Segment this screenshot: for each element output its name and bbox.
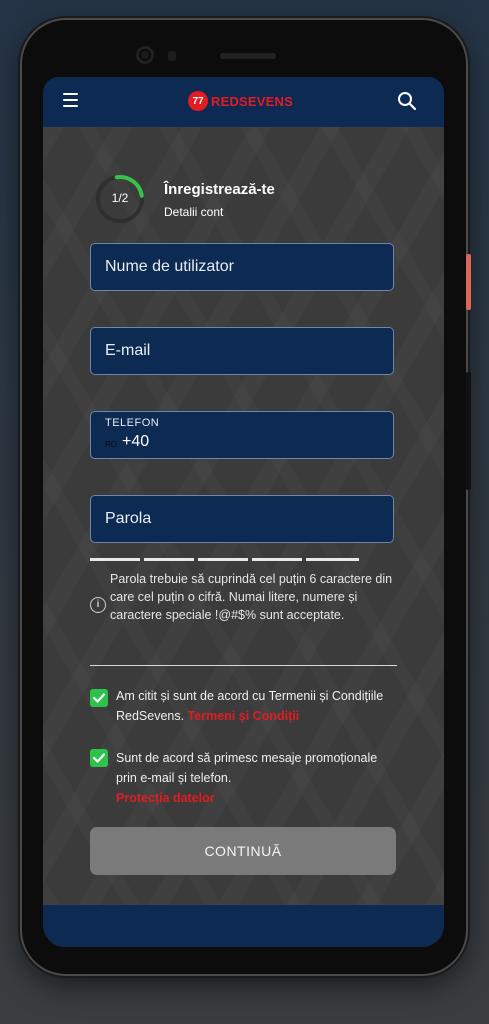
page-subtitle: Detalii cont	[164, 205, 224, 219]
divider	[90, 665, 397, 666]
password-strength-segment	[306, 558, 359, 561]
terms-link[interactable]: Termeni și Condiții	[188, 709, 300, 723]
bottom-bar	[43, 905, 444, 947]
username-input[interactable]	[91, 244, 393, 290]
info-icon: i	[90, 597, 106, 613]
password-strength-segment	[90, 558, 140, 561]
phone-label: TELEFON	[105, 417, 160, 429]
username-field	[90, 243, 394, 291]
menu-icon[interactable]	[63, 93, 78, 107]
top-navigation-bar: 77 REDSEVENS	[43, 77, 444, 127]
brand-logo[interactable]: 77 REDSEVENS	[188, 89, 293, 113]
check-icon	[93, 753, 105, 763]
volume-button	[466, 372, 471, 490]
page-title: Înregistrează-te	[164, 181, 275, 198]
marketing-text-block: Sunt de acord să primesc mesaje promoțio…	[116, 748, 396, 808]
registration-panel: 1/2 Înregistrează-te Detalii cont TELEFO…	[43, 127, 444, 905]
power-button	[466, 254, 471, 310]
marketing-label: Sunt de acord să primesc mesaje promoțio…	[116, 751, 378, 785]
logo-badge: 77	[188, 91, 208, 111]
email-field	[90, 327, 394, 375]
phone-field[interactable]: TELEFON RO +40	[90, 411, 394, 459]
camera-icon	[136, 46, 154, 64]
password-field	[90, 495, 394, 543]
country-code[interactable]: RO	[105, 440, 117, 449]
continue-button[interactable]: CONTINUĂ	[90, 827, 396, 875]
sensor	[168, 51, 176, 61]
data-protection-link[interactable]: Protecția datelor	[116, 791, 215, 805]
search-icon[interactable]	[397, 91, 417, 111]
terms-checkbox[interactable]	[90, 689, 108, 707]
marketing-checkbox[interactable]	[90, 749, 108, 767]
password-hint: Parola trebuie să cuprindă cel puțin 6 c…	[110, 572, 393, 622]
email-input[interactable]	[91, 328, 393, 374]
phone-prefix[interactable]: +40	[122, 433, 149, 451]
step-progress-label: 1/2	[111, 191, 129, 205]
speaker-grille	[220, 53, 276, 59]
password-strength-segment	[252, 558, 302, 561]
app-screen: 77 REDSEVENS 1/2 Înregistrează-te Detali…	[43, 77, 444, 947]
check-icon	[93, 693, 105, 703]
logo-text: REDSEVENS	[211, 93, 293, 109]
password-strength-segment	[144, 558, 194, 561]
terms-text-block: Am citit și sunt de acord cu Termenii și…	[116, 686, 396, 726]
password-input[interactable]	[91, 496, 393, 542]
password-strength-segment	[198, 558, 248, 561]
